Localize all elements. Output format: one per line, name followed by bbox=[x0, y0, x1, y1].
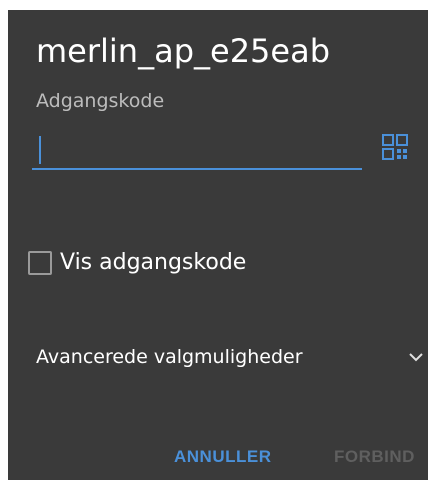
show-password-checkbox[interactable]: Vis adgangskode bbox=[28, 250, 246, 275]
network-name-title: merlin_ap_e25eab bbox=[36, 32, 331, 70]
qr-code-icon[interactable] bbox=[382, 134, 408, 160]
password-input[interactable] bbox=[32, 130, 362, 170]
text-caret bbox=[39, 136, 41, 164]
cancel-button[interactable]: ANNULLER bbox=[174, 447, 272, 467]
qr-code-icon-graphic bbox=[382, 134, 408, 160]
wifi-connect-dialog: merlin_ap_e25eab Adgangskode Vis adgangs… bbox=[8, 10, 428, 480]
connect-button[interactable]: FORBIND bbox=[334, 447, 415, 467]
chevron-down-icon bbox=[409, 353, 423, 362]
show-password-label: Vis adgangskode bbox=[60, 250, 247, 275]
password-label: Adgangskode bbox=[36, 90, 165, 112]
advanced-options-toggle[interactable]: Avancerede valgmuligheder bbox=[36, 342, 428, 372]
checkbox-square[interactable] bbox=[28, 250, 52, 275]
advanced-options-label: Avancerede valgmuligheder bbox=[36, 346, 303, 368]
